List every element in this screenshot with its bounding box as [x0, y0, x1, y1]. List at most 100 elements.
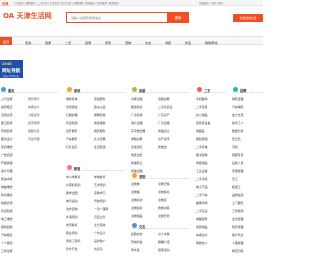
list-item[interactable]: 公司注册 [1, 97, 25, 101]
list-item[interactable]: 品牌推广 [94, 239, 118, 243]
list-item[interactable]: 防水漏水 [1, 193, 25, 197]
list-item[interactable]: 计算机培训 [66, 183, 90, 187]
list-item[interactable]: 宠物迁移 [158, 182, 182, 186]
list-item[interactable]: 宠物用品 [131, 214, 155, 218]
more-arrow-icon[interactable]: > [19, 88, 22, 92]
list-item[interactable]: 二手手机 [196, 177, 220, 181]
list-item[interactable]: 狗狗训练 [158, 206, 182, 210]
nav-ershou[interactable]: 二手 [65, 40, 71, 45]
list-item[interactable]: 同城约会 [131, 240, 155, 244]
list-item[interactable]: 图文设计 [1, 137, 25, 141]
list-item[interactable]: 钱币抵押 [28, 121, 52, 125]
list-item[interactable]: 地暖清洗 [1, 201, 25, 205]
list-item[interactable]: 管道疏通 [1, 209, 25, 213]
list-item[interactable]: 按摩保健 [94, 121, 118, 125]
list-item[interactable]: 广告设计 [94, 231, 118, 235]
section-title[interactable]: 教育 [74, 166, 80, 171]
list-item[interactable]: 厂房仓库 [131, 113, 155, 117]
list-item[interactable]: 后勤人员 [232, 161, 263, 165]
list-item[interactable]: 会计代理 [1, 169, 25, 173]
nav-zhaodian[interactable]: 找店 [185, 40, 191, 45]
list-item[interactable]: 征婚交友 [131, 232, 155, 236]
list-item[interactable]: 一对一辅导 [94, 207, 118, 211]
list-item[interactable]: 保姆月嫂 [94, 113, 118, 117]
list-item[interactable]: 驾校培训 [94, 199, 118, 203]
section-title[interactable]: 招聘 [240, 88, 246, 93]
list-item[interactable]: 无渠道红 [131, 145, 155, 149]
list-item[interactable]: 外语培训 [66, 215, 90, 219]
user-links[interactable]: 快速发布 | 注册 | 登录 [199, 1, 223, 5]
list-item[interactable]: 工业设备 [196, 169, 220, 173]
list-item[interactable]: 安全员 [232, 137, 263, 141]
list-item[interactable]: 网络工程师 [66, 239, 90, 243]
more-arrow-icon[interactable]: > [215, 88, 218, 92]
list-item[interactable]: 技术工人 [232, 121, 263, 125]
list-item[interactable]: 维修家电 [66, 97, 90, 101]
more-arrow-icon[interactable]: > [85, 88, 88, 92]
more-arrow-icon[interactable]: > [150, 224, 153, 228]
nav-shangwu[interactable]: 商务 [105, 40, 111, 45]
list-item[interactable]: 宠物店 [158, 198, 182, 202]
more-arrow-icon[interactable]: > [251, 88, 254, 92]
list-item[interactable]: 开锁换锁 [1, 161, 25, 165]
list-item[interactable]: 礼仪庆典 [94, 137, 118, 141]
list-item[interactable]: 房屋出租 [131, 97, 155, 101]
top-links[interactable]: 广告投放 | 清除缓存 | 二手市场 | 生活信息 | 房产信息 | 求职招聘 … [14, 1, 204, 5]
list-item[interactable]: 广告店招 [1, 153, 25, 157]
list-item[interactable]: 母婴用品 [196, 161, 220, 165]
list-item[interactable]: 做事市场 [196, 201, 220, 205]
list-item[interactable]: 图书音像 [196, 153, 220, 157]
list-item[interactable]: 宠物领养 [131, 206, 155, 210]
list-item[interactable]: 人事经理 [232, 241, 263, 245]
list-item[interactable]: 厂房出租 [158, 121, 182, 125]
section-title[interactable]: 二手 [204, 88, 210, 93]
list-item[interactable]: 物流司机 [232, 249, 263, 253]
list-item[interactable]: 广东房产 [158, 113, 182, 117]
list-item[interactable]: 旅游活动 [158, 248, 182, 252]
list-item[interactable]: 安保经理 [232, 169, 263, 173]
search-button[interactable]: 搜索 [167, 12, 189, 23]
list-item[interactable]: 学历教育 [66, 223, 90, 227]
list-item[interactable]: 求租房屋 [131, 137, 155, 141]
list-item[interactable]: 欧派火品 [94, 105, 118, 109]
list-item[interactable]: 二手买卖 [196, 209, 220, 213]
list-item[interactable]: 清洗保洁 [66, 105, 90, 109]
list-item[interactable]: 打蜡护理 [66, 113, 90, 117]
list-item[interactable]: 家居用品 [196, 225, 220, 229]
list-item[interactable]: 合租房屋 [158, 97, 182, 101]
list-item[interactable]: 楼盘信息 [131, 105, 155, 109]
nav-jiazheng[interactable]: 家政 [25, 40, 31, 45]
list-item[interactable]: 暖通工 [232, 185, 263, 189]
list-item[interactable]: 品牌渠道 [232, 193, 263, 197]
list-item[interactable]: 电脑配件 [196, 217, 220, 221]
more-arrow-icon[interactable]: > [85, 166, 88, 170]
list-item[interactable]: 打孔钻孔 [66, 145, 90, 149]
nav-shop[interactable]: 购物商城 [205, 40, 217, 45]
list-item[interactable]: 财务审计 [28, 97, 52, 101]
list-item[interactable]: 业务跟单 [94, 223, 118, 227]
list-item[interactable]: 老乡会 [131, 248, 155, 252]
list-item[interactable]: 二手房买卖 [158, 105, 182, 109]
list-item[interactable]: 商铺转让 [131, 161, 155, 165]
section-title[interactable]: 交友 [139, 224, 145, 229]
nav-qiuzhi[interactable]: 求职 [165, 40, 171, 45]
list-item[interactable]: 写字楼出租 [131, 129, 155, 133]
list-item[interactable]: 商铺出租 [131, 169, 155, 173]
section-title[interactable]: 服务 [8, 88, 14, 93]
list-item[interactable]: 个人借款 [1, 241, 25, 245]
list-item[interactable]: 婚庆服务 [94, 129, 118, 133]
site-logo[interactable]: OA 天津生活网 [3, 11, 52, 21]
list-item[interactable]: 收藏品 [196, 129, 220, 133]
list-item[interactable]: 专业代理 [28, 137, 52, 141]
list-item[interactable]: 司机 [232, 145, 263, 149]
list-item[interactable]: 电子产品 [196, 185, 220, 189]
list-item[interactable]: 中小学教育 [66, 175, 90, 179]
list-item[interactable]: 客户代表 [232, 233, 263, 237]
section-title[interactable]: 家政 [74, 88, 80, 93]
list-item[interactable]: 基升服务 [66, 129, 90, 133]
list-item[interactable]: 学前教育 [94, 175, 118, 179]
list-item[interactable]: 厨卫装修 [1, 121, 25, 125]
list-item[interactable]: 服装鞋帽 [196, 137, 220, 141]
list-item[interactable]: 用户出租 [131, 121, 155, 125]
list-item[interactable]: 婚姻介绍 [158, 240, 182, 244]
